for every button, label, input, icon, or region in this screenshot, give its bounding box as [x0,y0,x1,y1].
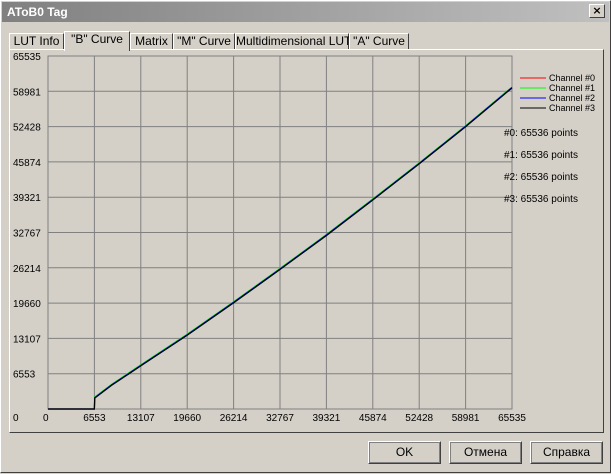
dialog-window: AToB0 Tag × LUT Info "B" Curve Matrix "M… [0,0,611,473]
close-button[interactable]: × [589,4,605,18]
tab-a-curve[interactable]: "A" Curve [349,33,409,50]
tab-b-curve[interactable]: "B" Curve [64,31,130,51]
help-button[interactable]: Справка [530,441,603,464]
window-title: AToB0 Tag [7,5,68,19]
cancel-button[interactable]: Отмена [449,441,522,464]
tab-multidimensional-lut[interactable]: Multidimensional LUT [235,33,351,50]
tab-panel [9,49,604,433]
title-bar[interactable]: AToB0 Tag × [2,2,609,22]
tab-matrix[interactable]: Matrix [130,33,173,50]
ok-button[interactable]: OK [368,441,441,464]
tab-lut-info[interactable]: LUT Info [9,33,64,50]
tab-m-curve[interactable]: "M" Curve [173,33,235,50]
